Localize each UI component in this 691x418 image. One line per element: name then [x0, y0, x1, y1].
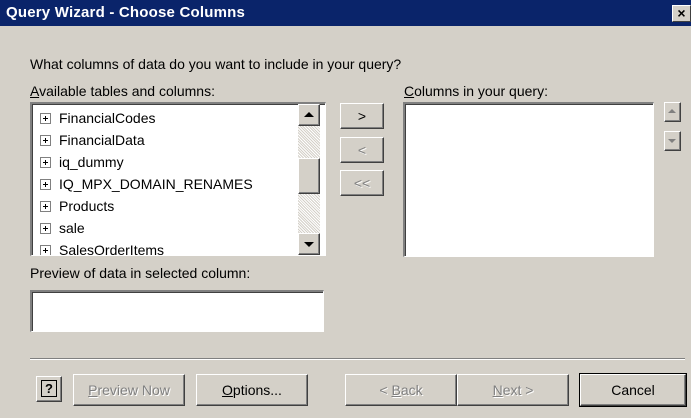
tree-item-label: iq_dummy [59, 154, 124, 170]
tree-item-label: Products [59, 198, 115, 214]
scroll-up-button[interactable] [298, 104, 320, 126]
tree-item-label: sale [59, 220, 85, 236]
tree-item-label: FinancialData [59, 132, 145, 148]
move-down-arrow-icon [668, 139, 676, 143]
tree-item-label: SalesOrderItems [59, 242, 165, 256]
scroll-thumb[interactable] [298, 158, 320, 194]
tree-item-label: IQ_MPX_DOMAIN_RENAMES [59, 176, 253, 192]
tree-item[interactable]: FinancialCodes [40, 107, 156, 129]
plus-box-icon[interactable] [40, 156, 51, 168]
add-column-button[interactable]: > [340, 103, 384, 129]
scroll-down-button[interactable] [298, 233, 320, 255]
close-button[interactable]: × [672, 5, 691, 22]
preview-now-button[interactable]: Preview Now [73, 374, 185, 406]
tree-item[interactable]: iq_dummy [40, 151, 124, 173]
tree-item-label: FinancialCodes [59, 110, 156, 126]
preview-label: Preview of data in selected column: [30, 265, 251, 281]
tree-item[interactable]: FinancialData [40, 129, 145, 151]
columns-in-query-label: Columns in your query: [404, 83, 548, 99]
next-button[interactable]: Next > [457, 374, 569, 406]
window-title: Query Wizard - Choose Columns [6, 4, 246, 21]
options-button[interactable]: Options... [196, 374, 308, 406]
plus-box-icon[interactable] [40, 200, 51, 212]
help-button[interactable]: ? [36, 376, 62, 402]
plus-box-icon[interactable] [40, 134, 51, 146]
tree-item[interactable]: SalesOrderItems [40, 239, 165, 256]
available-tables-list[interactable]: FinancialCodes FinancialData iq_dummy IQ_MP… [30, 102, 326, 256]
tree-item[interactable]: sale [40, 217, 85, 239]
plus-box-icon[interactable] [40, 244, 51, 255]
scroll-up-arrow-icon [304, 112, 314, 117]
plus-box-icon[interactable] [40, 112, 51, 124]
close-icon: × [677, 5, 686, 21]
remove-column-button[interactable]: < [340, 137, 384, 163]
tree-item[interactable]: IQ_MPX_DOMAIN_RENAMES [40, 173, 253, 195]
tree-item[interactable]: Products [40, 195, 114, 217]
back-button[interactable]: < Back [345, 374, 457, 406]
move-up-arrow-icon [668, 109, 676, 113]
columns-in-query-list[interactable] [403, 102, 654, 257]
instruction-text: What columns of data do you want to incl… [30, 56, 402, 72]
title-bar: Query Wizard - Choose Columns [0, 0, 691, 26]
scroll-down-arrow-icon [304, 242, 314, 247]
available-tables-label: Available tables and columns: [30, 83, 215, 99]
move-up-button[interactable] [664, 102, 681, 122]
preview-field [30, 290, 324, 332]
help-icon: ? [41, 380, 57, 397]
cancel-button[interactable]: Cancel [579, 373, 687, 407]
move-down-button[interactable] [664, 131, 681, 151]
plus-box-icon[interactable] [40, 178, 51, 190]
plus-box-icon[interactable] [40, 222, 51, 234]
remove-all-columns-button[interactable]: << [340, 170, 384, 196]
